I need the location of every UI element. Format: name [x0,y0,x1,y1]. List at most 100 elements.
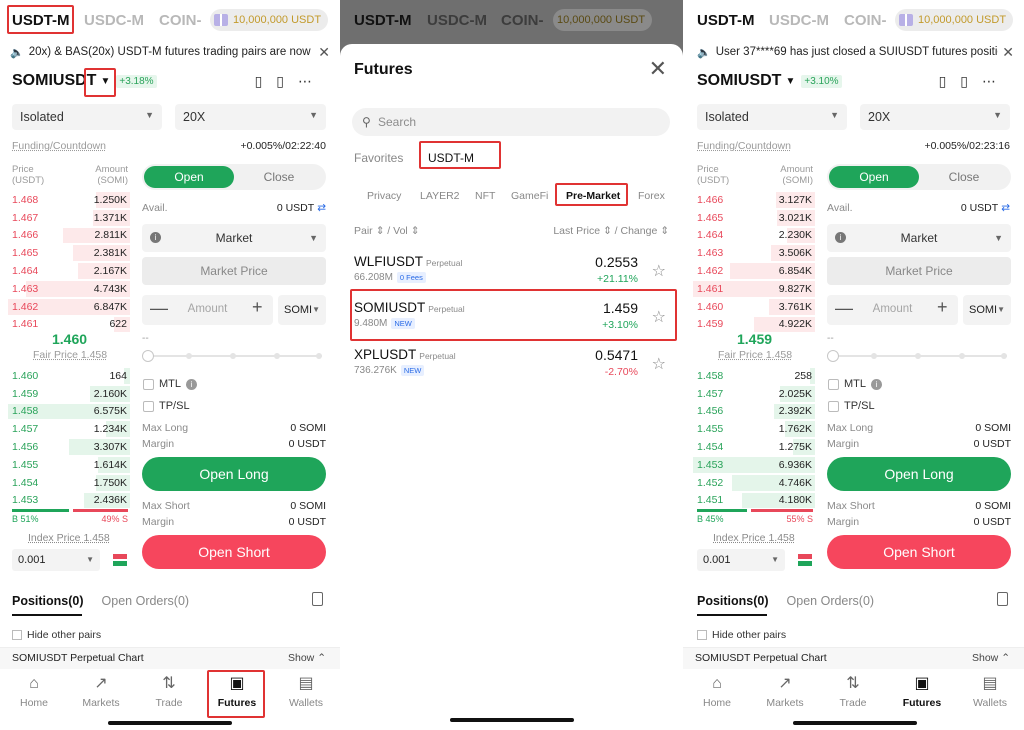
nav-markets[interactable]: ↗ Markets [67,675,135,709]
funding-label[interactable]: Funding/Countdown [697,140,791,152]
favorites-tab[interactable]: Favorites [354,151,403,165]
bid-row[interactable]: 1.457 1.234K [8,420,130,438]
plus-button[interactable]: + [252,297,263,318]
tab-usdc-m[interactable]: USDC-M [84,12,144,29]
hide-other-pairs-checkbox[interactable]: Hide other pairs [12,629,101,641]
ask-row[interactable]: 1.467 1.371K [8,209,130,227]
ask-row[interactable]: 1.465 2.381K [8,244,130,262]
info-icon[interactable]: i [150,232,161,243]
star-icon[interactable]: ☆ [652,354,666,374]
info-icon[interactable]: i [186,378,197,390]
bid-row[interactable]: 1.453 6.936K [693,456,815,474]
ask-row[interactable]: 1.462 6.847K [8,298,130,316]
bonus-badge[interactable]: 10,000,000 USDT [895,9,1014,31]
nav-trade[interactable]: ⇅ Trade [819,675,887,709]
search-input[interactable]: ⚲ Search [352,108,670,136]
tab-usdc-m[interactable]: USDC-M [769,12,829,29]
margin-mode-select[interactable]: Isolated ▼ [697,104,847,130]
bid-row[interactable]: 1.458 6.575K [8,403,130,421]
pair-vol-sort[interactable]: Pair ⇕ / Vol ⇕ [354,225,419,237]
bid-row[interactable]: 1.460 164 [8,367,130,385]
tab-open-orders[interactable]: Open Orders(0) [102,594,190,608]
amount-slider[interactable] [827,350,1007,362]
chart-bar[interactable]: SOMIUSDT Perpetual Chart Show ⌃ [683,647,1024,669]
open-short-button[interactable]: Open Short [142,535,326,569]
chevron-down-icon[interactable]: ▼ [785,76,795,87]
bid-row[interactable]: 1.459 2.160K [8,385,130,403]
open-long-button[interactable]: Open Long [142,457,326,491]
slider-handle[interactable] [142,350,154,362]
show-chart-toggle[interactable]: Show ⌃ [972,652,1010,664]
unit-select[interactable]: SOMI ▼ [963,295,1011,325]
ask-row[interactable]: 1.463 4.743K [8,280,130,298]
amount-slider[interactable] [142,350,322,362]
mtl-checkbox[interactable]: MTL i [828,378,882,390]
bid-row[interactable]: 1.455 1.762K [693,420,815,438]
open-short-button[interactable]: Open Short [827,535,1011,569]
nav-markets[interactable]: ↗ Markets [751,675,819,709]
chart-bar[interactable]: SOMIUSDT Perpetual Chart Show ⌃ [0,647,340,669]
precision-select[interactable]: 0.001 ▼ [697,549,785,571]
nav-trade[interactable]: ⇅ Trade [135,675,203,709]
order-type-select[interactable]: i Market ▼ [827,224,1011,252]
market-row-wlfiusdt[interactable]: WLFIUSDT Perpetual 66.208M 0 Fees 0.2553 +… [354,254,666,294]
transfer-icon[interactable]: ⇄ [317,202,326,214]
open-tab[interactable]: Open [144,166,234,188]
close-icon[interactable]: ✕ [998,44,1014,60]
order-type-select[interactable]: i Market ▼ [142,224,326,252]
ask-row[interactable]: 1.466 3.127K [693,191,815,209]
tab-coin-m[interactable]: COIN- [159,12,202,29]
ask-row[interactable]: 1.461 9.827K [693,280,815,298]
candle-chart-icon[interactable]: ▯▯ [255,73,298,89]
bid-row[interactable]: 1.456 3.307K [8,438,130,456]
ask-row[interactable]: 1.468 1.250K [8,191,130,209]
ask-row[interactable]: 1.464 2.167K [8,262,130,280]
bid-row[interactable]: 1.454 1.275K [693,438,815,456]
tab-usdt-m[interactable]: USDT-M [697,12,755,29]
bonus-badge[interactable]: 10,000,000 USDT [210,9,329,31]
mtl-checkbox[interactable]: MTL i [143,378,197,390]
bid-row[interactable]: 1.456 2.392K [693,403,815,421]
bid-row[interactable]: 1.458 258 [693,367,815,385]
nav-wallets[interactable]: ▤ Wallets [956,675,1024,709]
close-icon[interactable]: ✕ [649,56,667,82]
candle-chart-icon[interactable]: ▯▯ [939,73,982,89]
precision-select[interactable]: 0.001 ▼ [12,549,100,571]
more-icon[interactable]: ⋯ [982,73,1010,89]
subcat-nft[interactable]: NFT [475,190,495,202]
ask-row[interactable]: 1.466 2.811K [8,227,130,245]
tab-coin-m[interactable]: COIN- [844,12,887,29]
hide-other-pairs-checkbox[interactable]: Hide other pairs [697,629,786,641]
open-long-button[interactable]: Open Long [827,457,1011,491]
subcat-privacy[interactable]: Privacy [367,190,401,202]
nav-wallets[interactable]: ▤ Wallets [272,675,340,709]
tpsl-checkbox[interactable]: TP/SL [143,400,190,412]
unit-select[interactable]: SOMI ▼ [278,295,326,325]
nav-home[interactable]: ⌂ Home [683,675,751,709]
slider-handle[interactable] [827,350,839,362]
bid-row[interactable]: 1.451 4.180K [693,492,815,510]
close-tab[interactable]: Close [234,166,324,188]
document-icon[interactable] [997,592,1008,606]
bid-row[interactable]: 1.452 4.746K [693,474,815,492]
star-icon[interactable]: ☆ [652,261,666,281]
plus-button[interactable]: + [937,297,948,318]
info-icon[interactable]: i [835,232,846,243]
close-tab[interactable]: Close [919,166,1009,188]
ask-row[interactable]: 1.464 2.230K [693,227,815,245]
nav-futures[interactable]: ▣ Futures [888,675,956,709]
info-icon[interactable]: i [871,378,882,390]
pair-selector[interactable]: SOMIUSDT ▼ +3.10% [697,72,842,90]
more-icon[interactable]: ⋯ [298,73,326,89]
price-change-sort[interactable]: Last Price ⇕ / Change ⇕ [553,225,669,237]
depth-view-icon[interactable] [798,554,812,566]
ask-row[interactable]: 1.462 6.854K [693,262,815,280]
ask-row[interactable]: 1.460 3.761K [693,298,815,316]
margin-mode-select[interactable]: Isolated ▼ [12,104,162,130]
bid-row[interactable]: 1.455 1.614K [8,456,130,474]
subcat-gamefi[interactable]: GameFi [511,190,548,202]
bid-row[interactable]: 1.454 1.750K [8,474,130,492]
ask-row[interactable]: 1.465 3.021K [693,209,815,227]
show-chart-toggle[interactable]: Show ⌃ [288,652,326,664]
nav-home[interactable]: ⌂ Home [0,675,68,709]
